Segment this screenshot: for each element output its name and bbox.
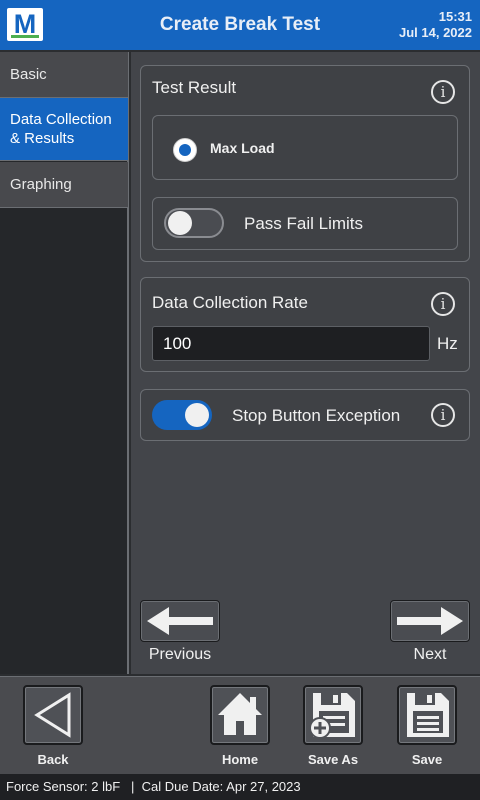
info-icon[interactable]: i: [431, 292, 455, 316]
previous-button[interactable]: [140, 600, 220, 642]
status-bar: Force Sensor: 2 lbF | Cal Due Date: Apr …: [0, 774, 480, 800]
pass-fail-label: Pass Fail Limits: [244, 214, 364, 233]
arrow-right-icon: [397, 607, 463, 635]
stop-button-card: Stop Button Exception i: [140, 389, 470, 441]
sidebar-item-label: Graphing: [10, 176, 72, 193]
toggle-knob: [185, 403, 209, 427]
previous-label: Previous: [148, 646, 212, 663]
sidebar-item-label: Basic: [10, 66, 47, 83]
rate-unit: Hz: [437, 334, 458, 353]
data-collection-title: Data Collection Rate: [152, 293, 308, 312]
test-result-card: Test Result i Max Load Pass Fail Limits: [140, 65, 470, 262]
save-label: Save: [411, 752, 443, 767]
stop-button-toggle[interactable]: [152, 400, 212, 430]
sidebar-item-basic[interactable]: Basic: [0, 52, 128, 98]
next-label: Next: [413, 646, 447, 663]
clock-date: Jul 14, 2022: [399, 25, 472, 40]
max-load-label: Max Load: [210, 140, 275, 156]
status-separator: |: [131, 779, 135, 794]
back-label: Back: [37, 752, 69, 767]
header-bar: M Create Break Test 15:31 Jul 14, 2022: [0, 0, 480, 50]
info-icon[interactable]: i: [431, 80, 455, 104]
back-button[interactable]: [23, 685, 83, 745]
save-as-button[interactable]: [303, 685, 363, 745]
brand-logo: M: [7, 8, 43, 41]
home-icon: [218, 693, 262, 735]
pass-fail-toggle[interactable]: [164, 208, 224, 238]
save-button[interactable]: [397, 685, 457, 745]
next-button[interactable]: [390, 600, 470, 642]
test-result-title: Test Result: [152, 78, 237, 97]
force-sensor-text: Force Sensor: 2 lbF: [6, 779, 121, 794]
max-load-option[interactable]: Max Load: [152, 115, 458, 180]
radio-selected-dot: [179, 144, 191, 156]
toggle-knob: [168, 211, 192, 235]
home-button[interactable]: [210, 685, 270, 745]
max-load-radio[interactable]: [173, 138, 197, 162]
triangle-left-icon: [34, 692, 71, 738]
stop-button-label: Stop Button Exception: [232, 406, 401, 425]
bottom-toolbar: Back Home Save As Save: [0, 676, 480, 774]
sidebar-item-graphing[interactable]: Graphing: [0, 162, 128, 208]
floppy-icon: [407, 693, 449, 737]
floppy-plus-icon: [309, 693, 355, 739]
collection-rate-input[interactable]: 100: [152, 326, 430, 361]
main-content: Test Result i Max Load Pass Fail Limits …: [131, 52, 480, 674]
sidebar-item-label: Data Collection & Results: [10, 111, 112, 147]
clock-time: 15:31: [438, 9, 472, 24]
sidebar-item-data-collection[interactable]: Data Collection & Results: [0, 98, 128, 161]
cal-due-text: Cal Due Date: Apr 27, 2023: [141, 779, 301, 794]
info-icon[interactable]: i: [431, 403, 455, 427]
save-as-label: Save As: [307, 752, 359, 767]
arrow-left-icon: [147, 607, 213, 635]
clock: 15:31 Jul 14, 2022: [399, 9, 472, 41]
data-collection-card: Data Collection Rate i 100 Hz: [140, 277, 470, 372]
home-label: Home: [221, 752, 259, 767]
pass-fail-row: Pass Fail Limits: [152, 197, 458, 250]
page-title: Create Break Test: [159, 14, 321, 35]
sidebar: Basic Data Collection & Results Graphing: [0, 52, 129, 674]
logo-accent-bar: [11, 35, 39, 38]
